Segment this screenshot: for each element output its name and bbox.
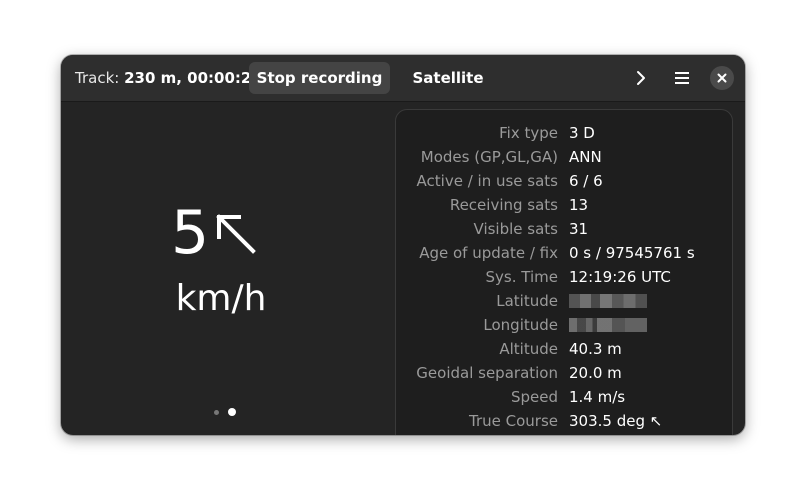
main-content: 5 km/h Fix type 3 D Modes (GP,GL,GA) ANN A…	[61, 102, 745, 435]
chevron-right-icon[interactable]	[627, 64, 655, 92]
satellite-button[interactable]: Satellite	[403, 62, 493, 94]
info-key: Geoidal separation	[416, 364, 558, 382]
info-row-visible-sats: Visible sats 31	[396, 217, 732, 241]
info-row-true-course: True Course 303.5 deg ↖	[396, 409, 732, 433]
speed-display: 5	[171, 198, 271, 268]
info-value: 3 D	[569, 124, 595, 142]
close-icon	[717, 73, 727, 83]
info-key: Sys. Time	[485, 268, 558, 286]
info-key: Longitude	[483, 316, 558, 334]
satellite-info-panel: Fix type 3 D Modes (GP,GL,GA) ANN Active /…	[395, 109, 733, 435]
info-row-fix-type: Fix type 3 D	[396, 121, 732, 145]
info-value: 303.5 deg ↖	[569, 412, 663, 430]
stop-recording-button[interactable]: Stop recording	[249, 62, 390, 94]
speed-value: 5	[171, 198, 210, 268]
page-indicator[interactable]	[211, 407, 241, 419]
info-row-longitude: Longitude	[396, 313, 732, 337]
latitude-redacted	[569, 294, 647, 308]
hamburger-menu-icon[interactable]	[668, 64, 696, 92]
info-value: 31	[569, 220, 589, 238]
page-dot-2-active[interactable]	[228, 408, 236, 416]
info-value: 1.4 m/s	[569, 388, 626, 406]
info-key: Age of update / fix	[419, 244, 558, 262]
info-row-speed: Speed 1.4 m/s	[396, 385, 732, 409]
track-label: Track:	[75, 69, 120, 87]
info-row-age-of-update: Age of update / fix 0 s / 97545761 s	[396, 241, 732, 265]
info-key: Altitude	[499, 340, 558, 358]
info-key: Receiving sats	[449, 196, 558, 214]
info-value: 6 / 6	[569, 172, 603, 190]
info-row-modes: Modes (GP,GL,GA) ANN	[396, 145, 732, 169]
longitude-redacted	[569, 318, 647, 332]
page-dot-1[interactable]	[214, 410, 219, 415]
info-row-receiving-sats: Receiving sats 13	[396, 193, 732, 217]
info-row-altitude: Altitude 40.3 m	[396, 337, 732, 361]
info-key: Visible sats	[473, 220, 558, 238]
close-button[interactable]	[710, 66, 734, 90]
info-key: Modes (GP,GL,GA)	[420, 148, 558, 166]
info-value: ANN	[569, 148, 602, 166]
track-status: Track: 230 m, 00:00:29	[75, 55, 262, 101]
arrow-up-left-icon	[216, 214, 257, 254]
info-value: 20.0 m	[569, 364, 622, 382]
info-key: Active / in use sats	[416, 172, 558, 190]
info-value: 0 s / 97545761 s	[569, 244, 695, 262]
track-value: 230 m, 00:00:29	[124, 69, 262, 87]
header-bar: Track: 230 m, 00:00:29 Stop recording Sa…	[61, 55, 745, 102]
info-value: 13	[569, 196, 589, 214]
info-key: True Course	[469, 412, 558, 430]
info-row-sys-time: Sys. Time 12:19:26 UTC	[396, 265, 732, 289]
info-key: Fix type	[499, 124, 558, 142]
info-key: Latitude	[496, 292, 558, 310]
speed-unit: km/h	[175, 278, 267, 319]
info-row-active-sats: Active / in use sats 6 / 6	[396, 169, 732, 193]
info-key: Speed	[510, 388, 558, 406]
info-row-latitude: Latitude	[396, 289, 732, 313]
info-value: 12:19:26 UTC	[569, 268, 671, 286]
info-row-geoidal-separation: Geoidal separation 20.0 m	[396, 361, 732, 385]
info-value: 40.3 m	[569, 340, 622, 358]
satellite-app-window: Track: 230 m, 00:00:29 Stop recording Sa…	[61, 55, 745, 435]
